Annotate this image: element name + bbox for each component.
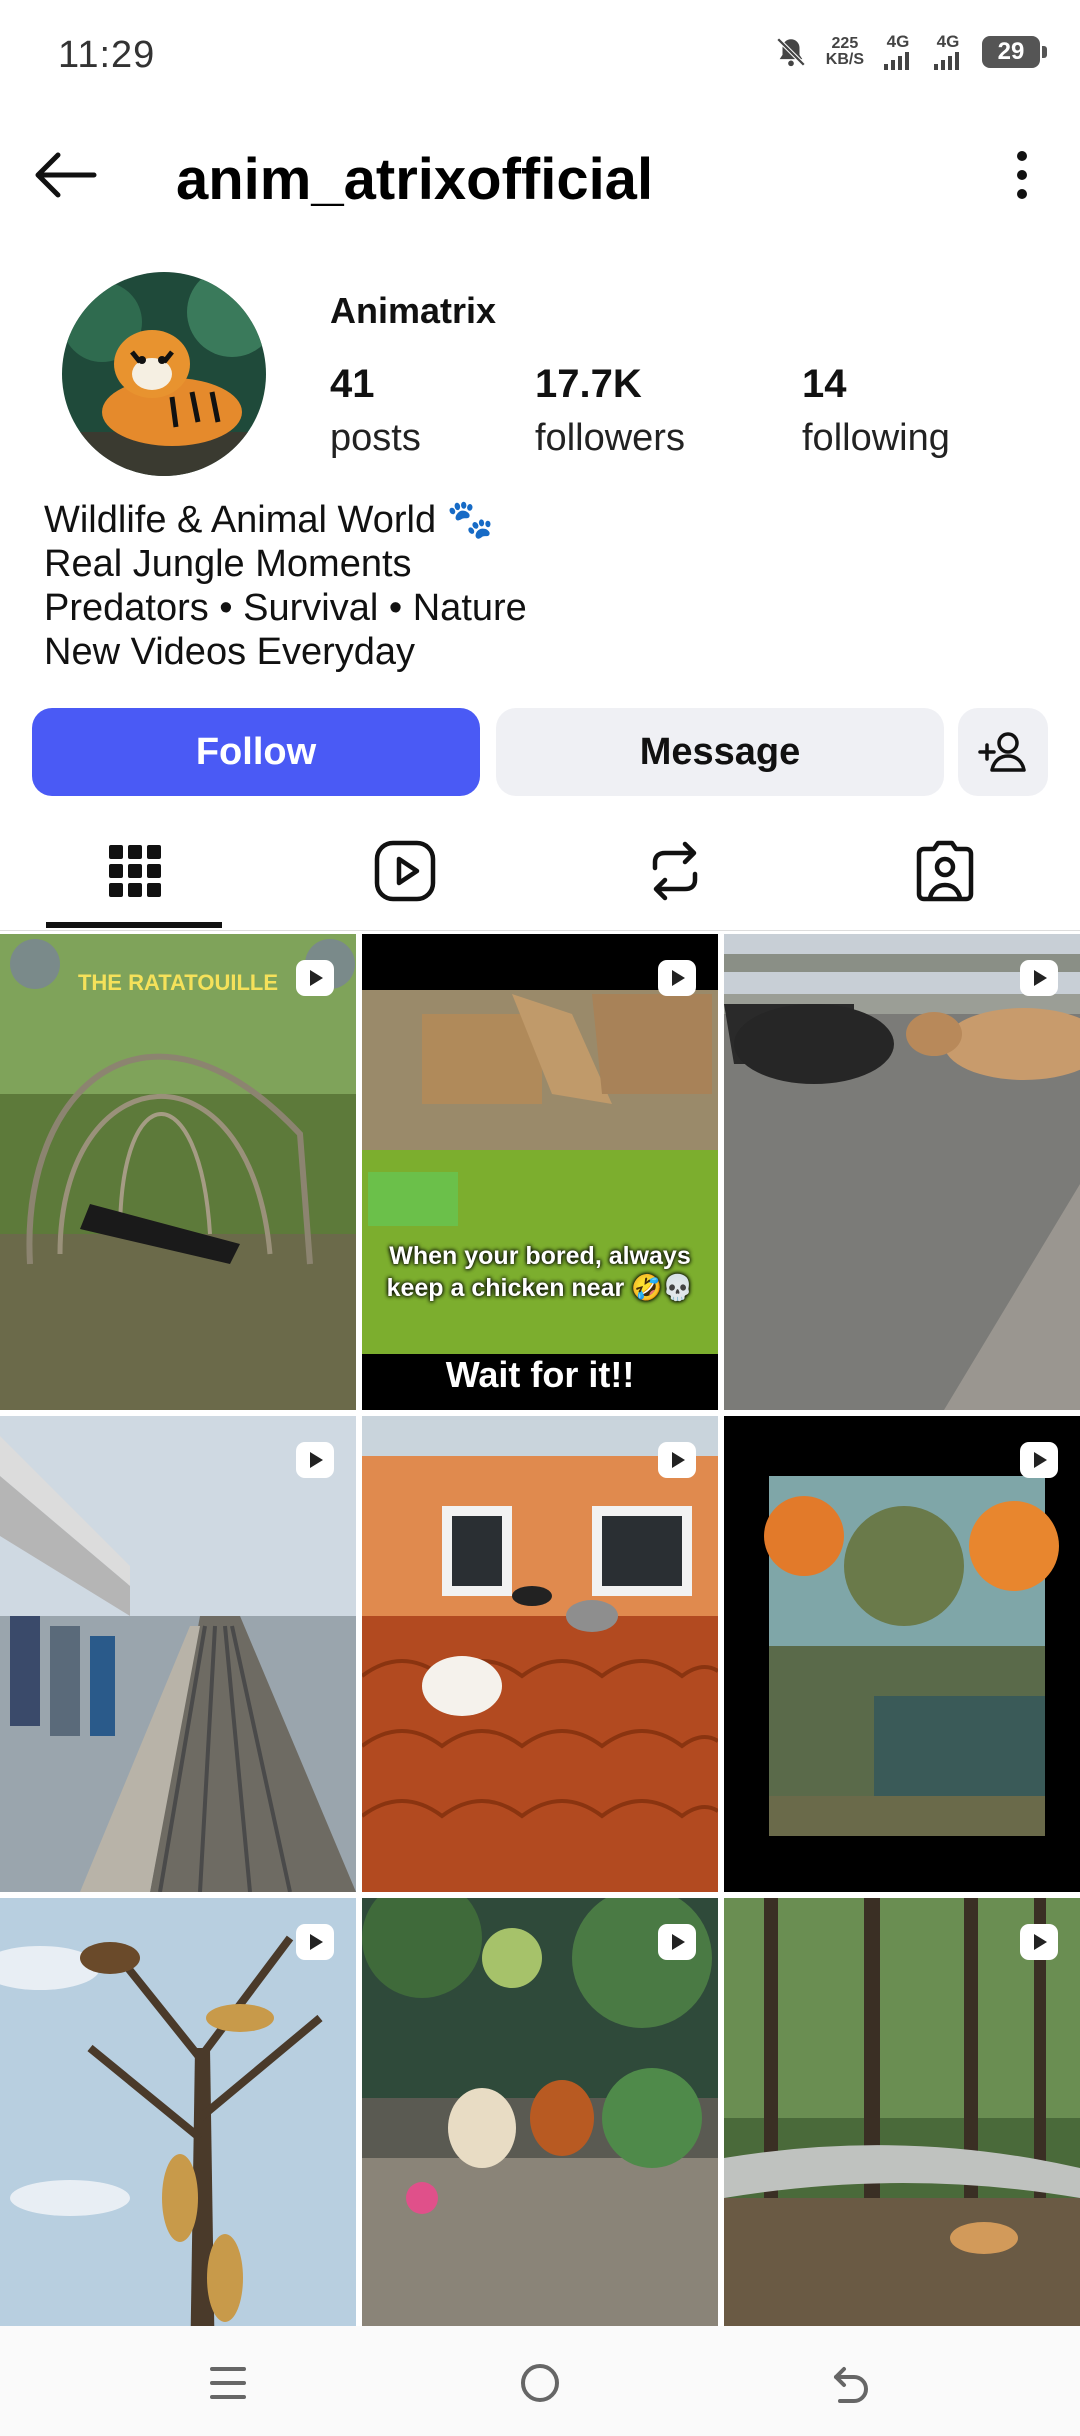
post-tile[interactable] [724, 1898, 1080, 2374]
suggested-users-button[interactable] [958, 708, 1048, 796]
profile-username: anim_atrixofficial [176, 147, 654, 212]
tab-reposts[interactable] [587, 816, 762, 926]
post-tile[interactable]: THE RATATOUILLE [0, 934, 356, 1410]
signal-bars-icon [934, 52, 959, 70]
followers-count: 17.7K [535, 362, 642, 406]
bio-line: Predators • Survival • Nature [44, 587, 527, 629]
profile-tabs [0, 816, 1080, 931]
grid-icon [108, 845, 161, 897]
posts-stat[interactable]: 41 posts [330, 362, 421, 460]
reel-icon [296, 1442, 334, 1478]
signal-sim2: 4G [932, 33, 964, 70]
reel-icon [1020, 960, 1058, 996]
followers-stat[interactable]: 17.7K followers [535, 362, 685, 460]
tab-tagged[interactable] [857, 816, 1032, 926]
post-tile[interactable] [362, 1898, 718, 2374]
post-thumbnail-image [362, 934, 718, 1410]
avatar[interactable] [62, 272, 266, 476]
tiger-avatar-image [62, 272, 266, 476]
recent-apps-button[interactable] [188, 2348, 268, 2418]
system-nav-bar [0, 2326, 1080, 2436]
post-overlay-footer: Wait for it!! [445, 1354, 635, 1395]
post-thumbnail-image [362, 1898, 718, 2374]
system-back-button[interactable] [812, 2348, 892, 2418]
selected-tab-indicator [46, 922, 222, 928]
post-overlay-caption: When your bored, always keep a chicken n… [386, 1242, 694, 1302]
post-tile[interactable] [0, 1898, 356, 2374]
status-bar: 11:29 225 KB/S 4G 4G 29 [0, 0, 1080, 110]
more-vertical-icon [1017, 151, 1027, 199]
following-count: 14 [802, 362, 847, 406]
post-thumbnail-image [724, 934, 1080, 1410]
post-thumbnail-image [362, 1416, 718, 1892]
follow-button[interactable]: Follow [32, 708, 480, 796]
post-thumbnail-image [0, 1416, 356, 1892]
posts-label: posts [330, 417, 421, 459]
home-circle-icon [521, 2364, 559, 2402]
profile-header: anim_atrixofficial [0, 110, 1080, 240]
post-thumbnail-image [0, 1898, 356, 2374]
post-thumbnail-image [724, 1898, 1080, 2374]
post-tile[interactable]: When your bored, always keep a chicken n… [362, 934, 718, 1410]
tab-posts[interactable] [47, 816, 222, 926]
bio-line: Real Jungle Moments [44, 543, 412, 585]
home-button[interactable] [500, 2348, 580, 2418]
posts-count: 41 [330, 362, 375, 406]
battery-indicator: 29 [982, 36, 1047, 68]
following-stat[interactable]: 14 following [802, 362, 950, 460]
signal-bars-icon [884, 52, 909, 70]
tagged-icon [916, 840, 973, 902]
following-label: following [802, 417, 950, 459]
post-tile[interactable] [0, 1416, 356, 1892]
signal-sim1: 4G [882, 33, 914, 70]
reel-icon [1020, 1442, 1058, 1478]
mute-bell-icon [776, 37, 806, 67]
post-tile[interactable] [724, 1416, 1080, 1892]
back-button[interactable] [30, 140, 100, 210]
bio-line: Wildlife & Animal World 🐾 [44, 499, 494, 541]
followers-label: followers [535, 417, 685, 459]
reel-icon [658, 1442, 696, 1478]
network-speed: 225 KB/S [825, 35, 864, 68]
post-thumbnail-image [0, 934, 356, 1410]
reel-icon [658, 960, 696, 996]
more-options-button[interactable] [992, 140, 1052, 210]
tab-reels[interactable] [317, 816, 492, 926]
message-button[interactable]: Message [496, 708, 944, 796]
reel-icon [296, 960, 334, 996]
arrow-left-icon [35, 152, 97, 198]
add-person-icon [978, 732, 1026, 772]
profile-bio: Wildlife & Animal World 🐾 Real Jungle Mo… [44, 498, 527, 674]
post-tile[interactable] [362, 1416, 718, 1892]
status-icons: 225 KB/S 4G 4G 29 [774, 33, 1047, 70]
reposts-icon [652, 841, 697, 901]
reel-icon [658, 1924, 696, 1960]
back-arrow-icon [834, 2367, 868, 2403]
status-time: 11:29 [58, 34, 156, 76]
reel-icon [1020, 1924, 1058, 1960]
display-name: Animatrix [330, 290, 497, 331]
post-tile[interactable] [724, 934, 1080, 1410]
post-thumbnail-image [724, 1416, 1080, 1892]
reels-icon [374, 840, 435, 902]
reel-icon [296, 1924, 334, 1960]
bio-line: New Videos Everyday [44, 631, 416, 673]
menu-icon [210, 2367, 246, 2399]
